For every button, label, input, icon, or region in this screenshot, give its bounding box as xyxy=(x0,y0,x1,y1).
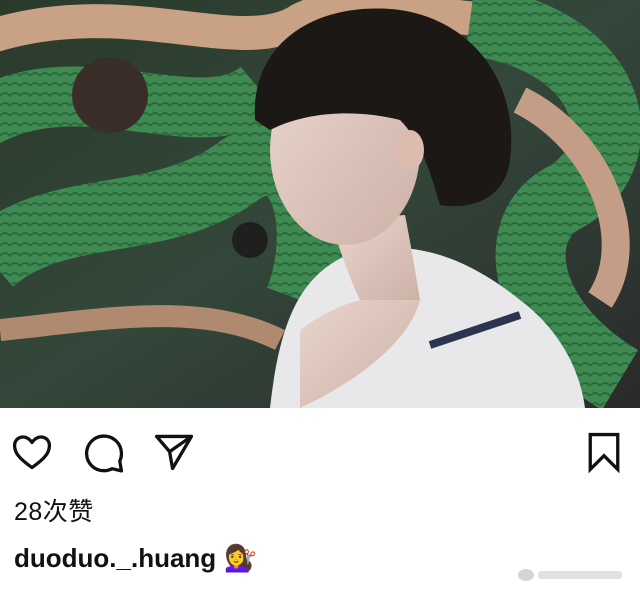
comment-button[interactable] xyxy=(80,428,128,476)
heart-icon xyxy=(12,435,52,470)
save-button[interactable] xyxy=(580,428,628,476)
share-button[interactable] xyxy=(150,428,198,476)
watermark-icon xyxy=(518,569,622,581)
like-button[interactable] xyxy=(8,428,56,476)
post-action-bar xyxy=(0,408,640,496)
post-photo-art xyxy=(0,0,640,408)
haircut-emoji: 💇‍♀️ xyxy=(224,543,257,573)
caption: duoduo._.huang 💇‍♀️ xyxy=(14,540,257,576)
bookmark-icon xyxy=(588,432,620,474)
comment-bubble-icon xyxy=(84,434,124,473)
like-count[interactable]: 28次赞 xyxy=(14,496,94,528)
paper-plane-icon xyxy=(154,434,194,471)
post-photo[interactable] xyxy=(0,0,640,408)
watermark-logo xyxy=(516,564,626,586)
username[interactable]: duoduo._.huang xyxy=(14,540,216,576)
